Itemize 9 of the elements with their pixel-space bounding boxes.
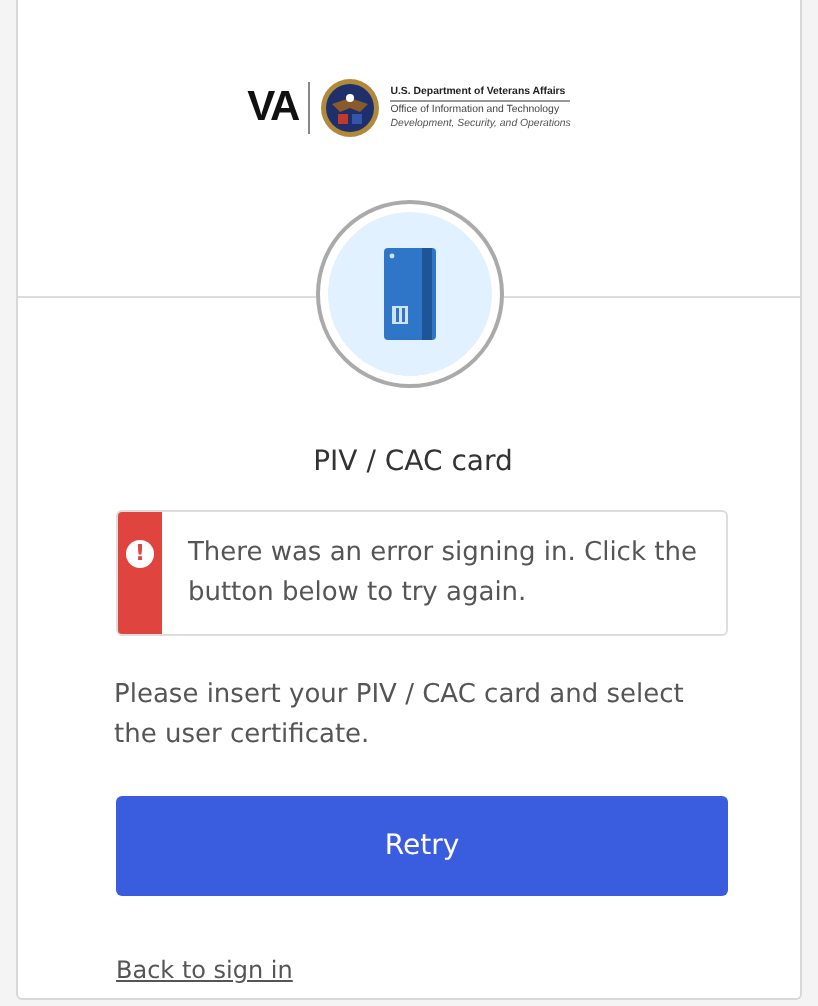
back-link[interactable]: Back to sign in: [116, 956, 293, 984]
alert-message: There was an error signing in. Click the button below to try again.: [185, 536, 699, 612]
alert-icon: !: [125, 540, 154, 568]
instructions-text: Please insert your PIV / CAC card and select the user certificate.: [114, 678, 686, 754]
retry-button[interactable]: Retry: [116, 796, 728, 896]
logo-text: VA: [247, 84, 299, 132]
page-title: PIV / CAC card: [311, 446, 515, 478]
card-icon: [383, 248, 435, 340]
seal-icon: [320, 78, 381, 138]
